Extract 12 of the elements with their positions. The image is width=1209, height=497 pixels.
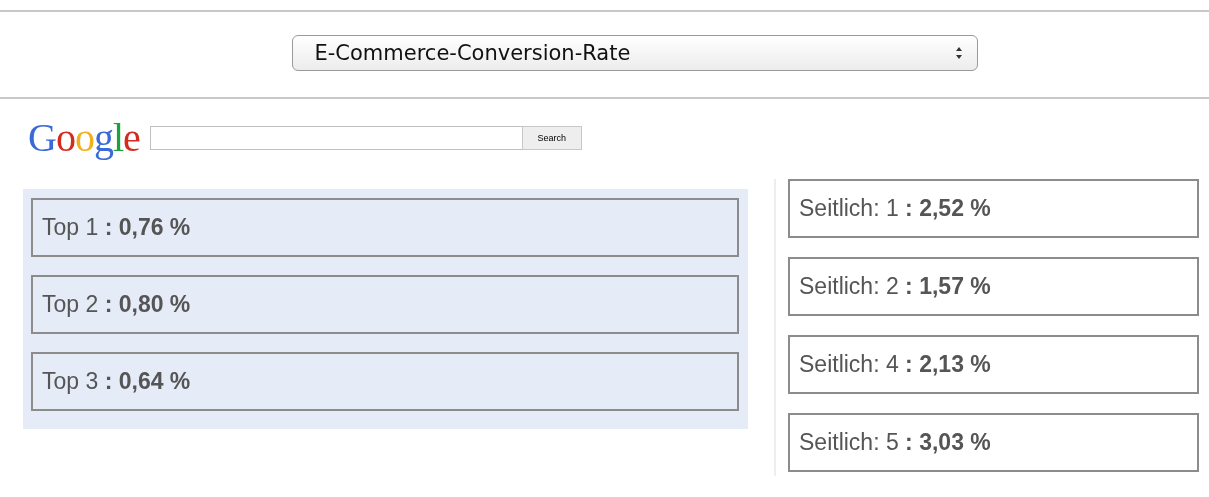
ad-slot: Seitlich: 1 : 2,52 %	[788, 179, 1199, 238]
ad-slot: Top 2 : 0,80 %	[31, 275, 739, 334]
select-arrows-icon	[954, 46, 963, 60]
ad-slot: Seitlich: 4 : 2,13 %	[788, 335, 1199, 394]
search-field[interactable]	[149, 126, 522, 150]
google-logo: Google	[28, 118, 140, 158]
search-button[interactable]: Search	[521, 126, 582, 150]
ad-slot: Top 3 : 0,64 %	[31, 352, 739, 411]
ad-slot: Seitlich: 5 : 3,03 %	[788, 413, 1199, 472]
metric-select[interactable]: E-Commerce-Conversion-Rate	[291, 35, 978, 71]
ad-slot: Seitlich: 2 : 1,57 %	[788, 257, 1199, 316]
ad-slot: Top 1 : 0,76 %	[31, 198, 739, 257]
